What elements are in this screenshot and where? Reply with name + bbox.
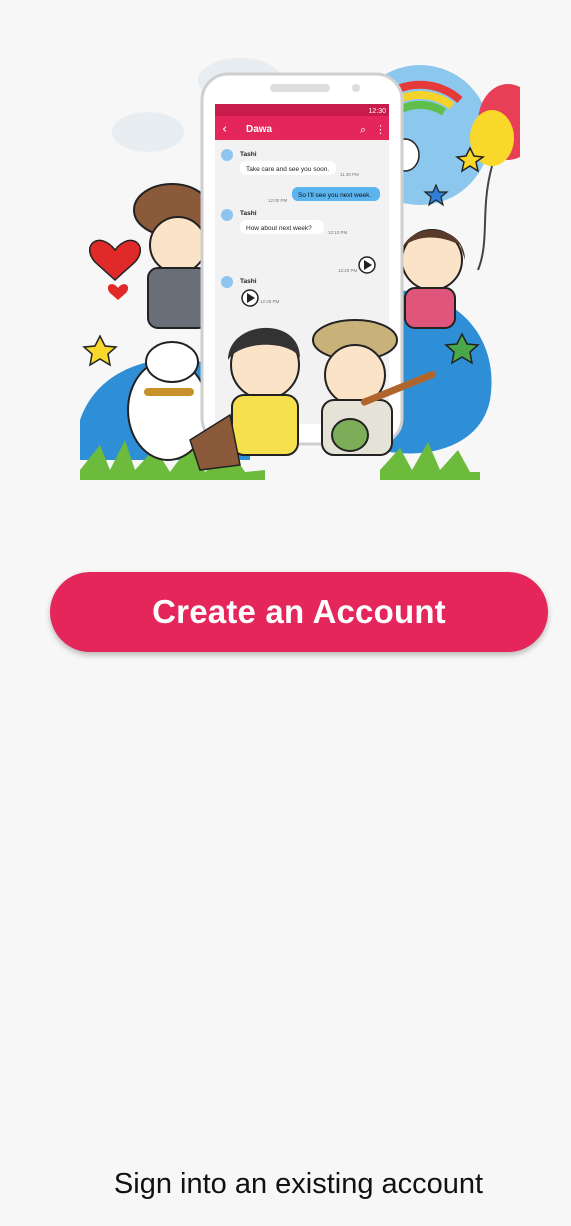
message-time: 12:28 PM	[260, 299, 280, 304]
dog-head	[145, 341, 199, 383]
back-icon: ‹	[222, 122, 227, 137]
avatar-icon	[221, 209, 233, 221]
message-text: How about next week?	[246, 225, 312, 232]
hero-svg: 12:30 ‹ Dawa ⌕ ⋮ Tashi Take care and see…	[80, 58, 520, 480]
dog-collar	[144, 388, 194, 396]
hero-illustration: 12:30 ‹ Dawa ⌕ ⋮ Tashi Take care and see…	[60, 40, 520, 490]
star-icon	[82, 334, 118, 367]
girl-body	[404, 287, 456, 329]
search-icon: ⌕	[360, 123, 366, 136]
cloud	[112, 112, 184, 152]
character-body	[147, 267, 209, 329]
message-sender: Tashi	[240, 278, 257, 285]
message-time: 11:30 PM	[340, 172, 359, 177]
balloon-string	[477, 165, 493, 271]
create-account-button[interactable]: Create an Account	[50, 572, 548, 652]
message-time: 12:10 PM	[328, 230, 348, 235]
message-time: 12:20 PM	[338, 268, 358, 273]
status-time: 12:30	[368, 108, 386, 115]
message-text: So I'll see you next week.	[298, 192, 371, 199]
heart-icon	[107, 284, 129, 300]
more-icon: ⋮	[375, 123, 386, 136]
chat-header-title: Dawa	[246, 124, 273, 135]
avatar-icon	[221, 276, 233, 288]
message-text: Take care and see you soon.	[246, 166, 329, 173]
message-sender: Tashi	[240, 210, 257, 217]
message-time: 12:00 PM	[268, 198, 288, 203]
sign-in-existing-account-link[interactable]: Sign into an existing account	[0, 1168, 571, 1201]
character-face	[149, 216, 207, 274]
heart-icon	[88, 239, 142, 282]
message-sender: Tashi	[240, 151, 257, 158]
avatar-icon	[221, 149, 233, 161]
